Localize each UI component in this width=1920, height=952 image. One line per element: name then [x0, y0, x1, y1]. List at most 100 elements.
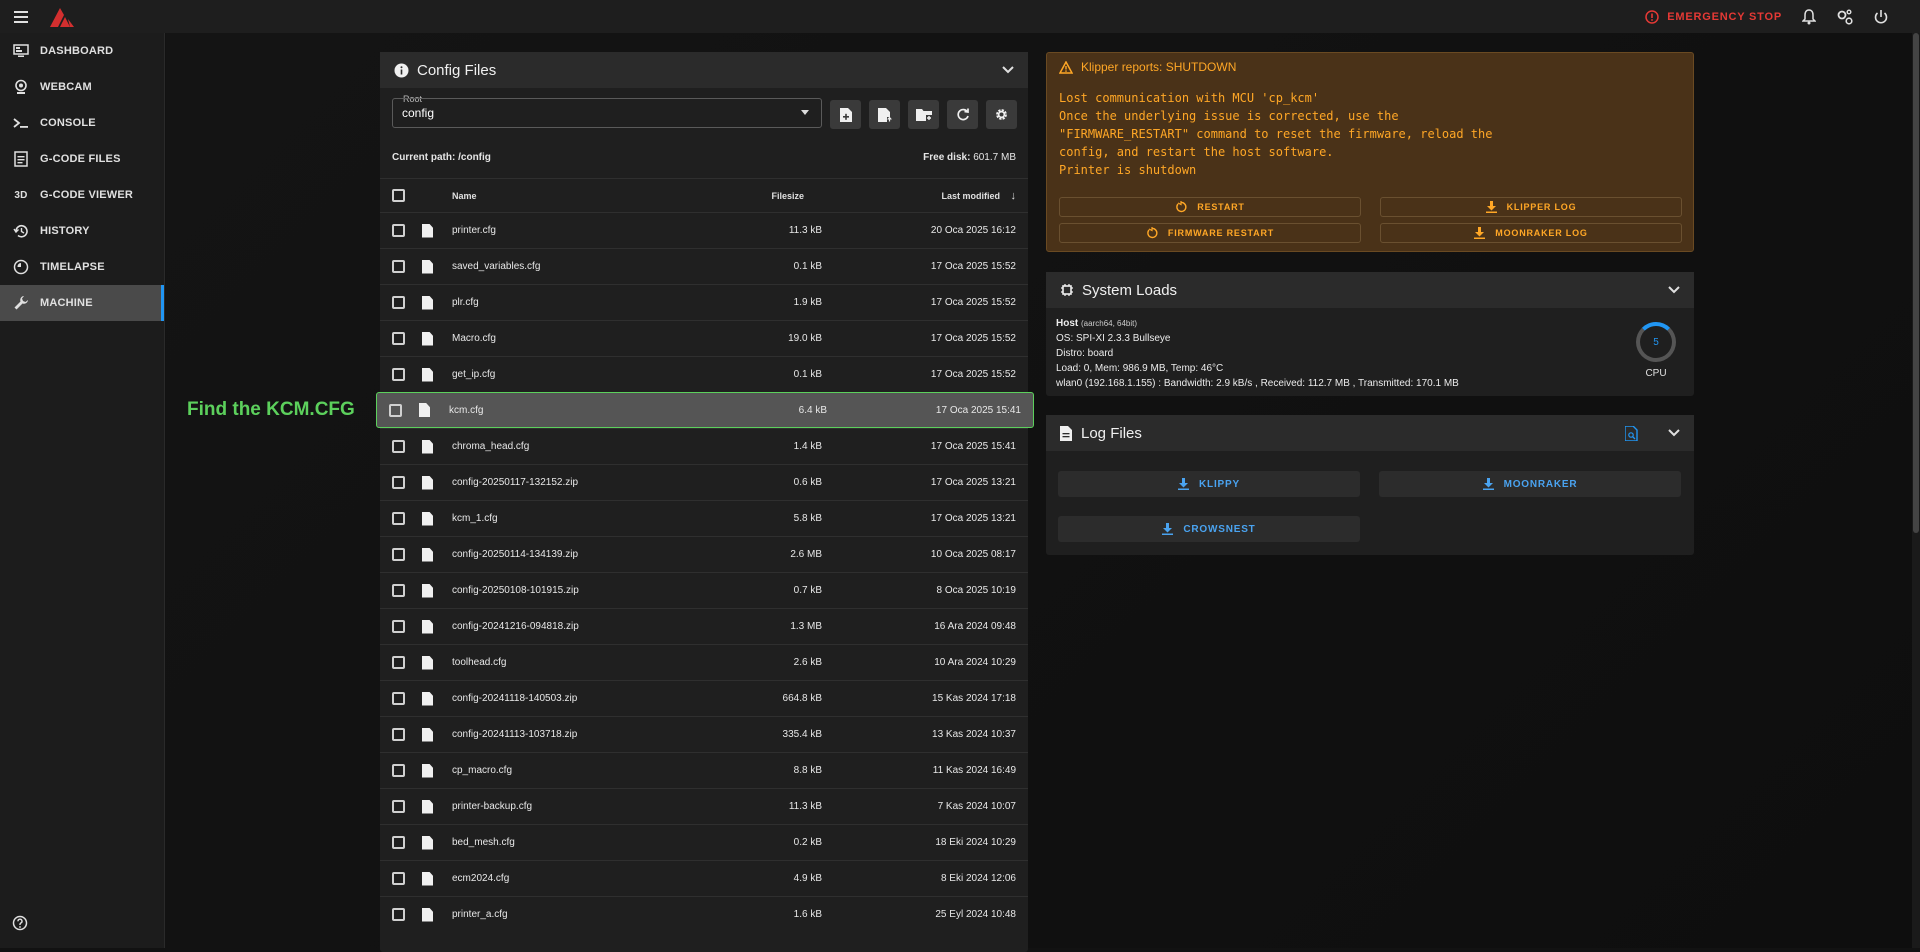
scrollbar-thumb[interactable] [1913, 33, 1919, 533]
file-name[interactable]: printer.cfg [452, 225, 496, 236]
file-name[interactable]: config-20241113-103718.zip [452, 729, 577, 740]
power-icon[interactable] [1872, 8, 1890, 26]
bell-icon[interactable] [1800, 8, 1818, 26]
file-name[interactable]: plr.cfg [452, 297, 479, 308]
row-checkbox[interactable] [392, 692, 405, 705]
row-checkbox[interactable] [392, 872, 405, 885]
table-row[interactable]: bed_mesh.cfg 0.2 kB 18 Eki 2024 10:29 [380, 824, 1028, 860]
row-checkbox[interactable] [389, 403, 402, 417]
upload-file-button[interactable] [869, 100, 900, 129]
row-checkbox[interactable] [392, 260, 405, 273]
row-checkbox[interactable] [392, 656, 405, 669]
sidebar-item-machine[interactable]: MACHINE [0, 285, 164, 321]
file-name[interactable]: printer_a.cfg [452, 909, 508, 920]
restart-button[interactable]: RESTART [1059, 197, 1361, 217]
file-name[interactable]: config-20241216-094818.zip [452, 621, 579, 632]
file-name[interactable]: toolhead.cfg [452, 657, 507, 668]
klippy-log-button[interactable]: KLIPPY [1058, 471, 1360, 497]
select-all-checkbox[interactable] [392, 189, 405, 202]
logo[interactable] [42, 0, 82, 33]
table-row[interactable]: printer.cfg 11.3 kB 20 Oca 2025 16:12 [380, 212, 1028, 248]
file-name[interactable]: config-20250108-101915.zip [452, 585, 579, 596]
table-row[interactable]: config-20241216-094818.zip 1.3 MB 16 Ara 2… [380, 608, 1028, 644]
row-checkbox[interactable] [392, 728, 405, 741]
file-name[interactable]: chroma_head.cfg [452, 441, 529, 452]
table-row[interactable]: cp_macro.cfg 8.8 kB 11 Kas 2024 16:49 [380, 752, 1028, 788]
firmware-restart-button[interactable]: FIRMWARE RESTART [1059, 223, 1361, 243]
table-row[interactable]: printer_a.cfg 1.6 kB 25 Eyl 2024 10:48 [380, 896, 1028, 932]
row-checkbox[interactable] [392, 548, 405, 561]
column-name[interactable]: Name [452, 191, 477, 201]
file-name[interactable]: config-20250114-134139.zip [452, 549, 578, 560]
table-row[interactable]: printer-backup.cfg 11.3 kB 7 Kas 2024 10:0… [380, 788, 1028, 824]
refresh-button[interactable] [947, 100, 978, 129]
file-search-icon[interactable] [1625, 425, 1638, 441]
row-checkbox[interactable] [392, 332, 405, 345]
file-icon [422, 835, 433, 850]
row-checkbox[interactable] [392, 440, 405, 453]
help-icon[interactable] [12, 915, 28, 936]
row-checkbox[interactable] [392, 620, 405, 633]
sidebar-item-history[interactable]: HISTORY [0, 213, 164, 249]
table-row[interactable]: config-20241118-140503.zip 664.8 kB 15 Kas… [380, 680, 1028, 716]
table-row[interactable]: config-20250108-101915.zip 0.7 kB 8 Oca 20… [380, 572, 1028, 608]
menu-icon[interactable] [0, 0, 42, 33]
moonraker-log-download-button[interactable]: MOONRAKER [1379, 471, 1681, 497]
column-filesize[interactable]: Filesize [771, 191, 804, 201]
file-name[interactable]: cp_macro.cfg [452, 765, 512, 776]
sidebar-item-console[interactable]: CONSOLE [0, 105, 164, 141]
sidebar-item-gcode-viewer[interactable]: 3D G-CODE VIEWER [0, 177, 164, 213]
table-row[interactable]: get_ip.cfg 0.1 kB 17 Oca 2025 15:52 [380, 356, 1028, 392]
row-checkbox[interactable] [392, 224, 405, 237]
table-row[interactable]: plr.cfg 1.9 kB 17 Oca 2025 15:52 [380, 284, 1028, 320]
crowsnest-log-button[interactable]: CROWSNEST [1058, 516, 1360, 542]
page-scrollbar[interactable] [1912, 33, 1920, 948]
row-checkbox[interactable] [392, 476, 405, 489]
file-name[interactable]: saved_variables.cfg [452, 261, 540, 272]
file-name[interactable]: kcm.cfg [449, 405, 483, 416]
file-name[interactable]: printer-backup.cfg [452, 801, 532, 812]
chevron-down-icon[interactable] [1668, 286, 1680, 294]
table-row[interactable]: config-20241113-103718.zip 335.4 kB 13 Kas… [380, 716, 1028, 752]
moonraker-log-button[interactable]: MOONRAKER LOG [1380, 223, 1682, 243]
file-name[interactable]: config-20241118-140503.zip [452, 693, 577, 704]
table-row[interactable]: config-20250117-132152.zip 0.6 kB 17 Oca 2… [380, 464, 1028, 500]
new-folder-button[interactable] [908, 100, 939, 129]
row-checkbox[interactable] [392, 800, 405, 813]
sidebar-item-timelapse[interactable]: TIMELAPSE [0, 249, 164, 285]
table-row[interactable]: Macro.cfg 19.0 kB 17 Oca 2025 15:52 [380, 320, 1028, 356]
table-row[interactable]: toolhead.cfg 2.6 kB 10 Ara 2024 10:29 [380, 644, 1028, 680]
settings-button[interactable] [986, 100, 1017, 129]
row-checkbox[interactable] [392, 584, 405, 597]
file-name[interactable]: get_ip.cfg [452, 369, 495, 380]
sidebar-item-dashboard[interactable]: DASHBOARD [0, 33, 164, 69]
root-select[interactable]: config [392, 98, 822, 128]
table-row[interactable]: config-20250114-134139.zip 2.6 MB 10 Oca 2… [380, 536, 1028, 572]
emergency-stop-button[interactable]: EMERGENCY STOP [1645, 9, 1782, 24]
table-row[interactable]: ecm2024.cfg 4.9 kB 8 Eki 2024 12:06 [380, 860, 1028, 896]
column-last-modified[interactable]: Last modified [941, 191, 1000, 201]
chevron-down-icon[interactable] [1668, 429, 1680, 437]
row-checkbox[interactable] [392, 908, 405, 921]
file-name[interactable]: ecm2024.cfg [452, 873, 509, 884]
row-checkbox[interactable] [392, 836, 405, 849]
file-name[interactable]: bed_mesh.cfg [452, 837, 515, 848]
file-name[interactable]: Macro.cfg [452, 333, 496, 344]
chevron-down-icon[interactable] [1002, 66, 1014, 74]
table-row[interactable]: kcm_1.cfg 5.8 kB 17 Oca 2025 13:21 [380, 500, 1028, 536]
table-row[interactable]: chroma_head.cfg 1.4 kB 17 Oca 2025 15:41 [380, 428, 1028, 464]
table-row[interactable]: kcm.cfg 6.4 kB 17 Oca 2025 15:41 [376, 392, 1034, 428]
row-checkbox[interactable] [392, 368, 405, 381]
download-icon [1162, 523, 1174, 535]
new-file-button[interactable] [830, 100, 861, 129]
klipper-log-button[interactable]: KLIPPER LOG [1380, 197, 1682, 217]
sidebar-item-webcam[interactable]: WEBCAM [0, 69, 164, 105]
row-checkbox[interactable] [392, 512, 405, 525]
file-name[interactable]: kcm_1.cfg [452, 513, 498, 524]
file-name[interactable]: config-20250117-132152.zip [452, 477, 578, 488]
sidebar-item-gcode-files[interactable]: G-CODE FILES [0, 141, 164, 177]
table-row[interactable]: saved_variables.cfg 0.1 kB 17 Oca 2025 15:… [380, 248, 1028, 284]
row-checkbox[interactable] [392, 764, 405, 777]
settings-cogs-icon[interactable] [1836, 8, 1854, 26]
row-checkbox[interactable] [392, 296, 405, 309]
